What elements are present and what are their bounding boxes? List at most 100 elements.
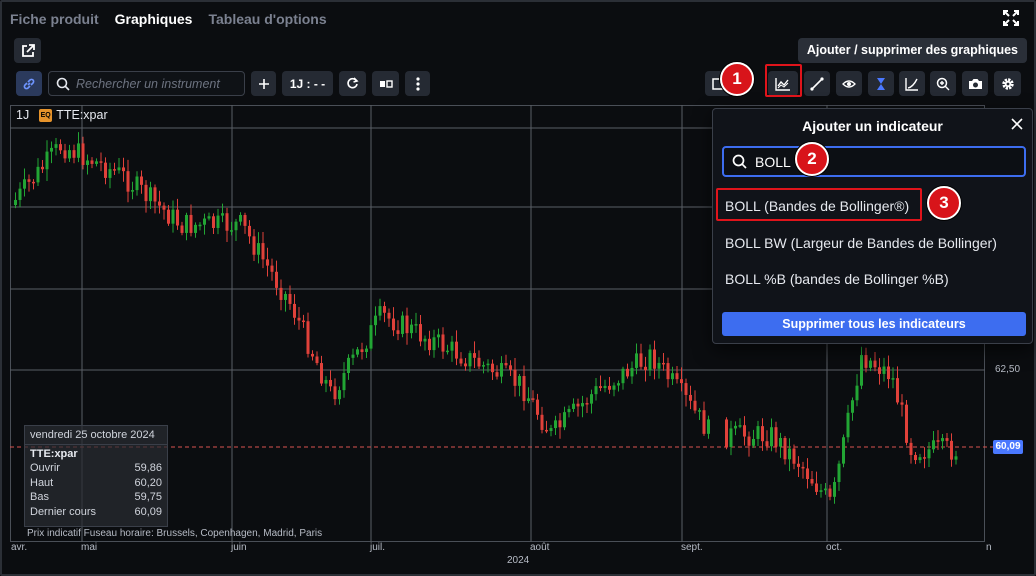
candle-body	[234, 221, 238, 231]
tab-tableau-options[interactable]: Tableau d'options	[208, 11, 326, 27]
add-instrument-button[interactable]	[251, 71, 276, 96]
candle-body	[441, 334, 445, 352]
chart-type-button[interactable]	[372, 71, 399, 96]
candle-body	[581, 403, 584, 407]
candle-body	[842, 437, 845, 464]
candle-body	[113, 169, 116, 171]
screenshot-button[interactable]	[962, 71, 988, 96]
candle-body	[869, 360, 872, 368]
candle-body	[608, 385, 611, 390]
candle-body	[851, 400, 854, 413]
candle-body	[122, 167, 125, 172]
candle-body	[707, 419, 710, 434]
candle-body	[180, 225, 184, 233]
candle-body	[36, 166, 40, 183]
tab-fiche-produit[interactable]: Fiche produit	[10, 11, 99, 27]
fullscreen-icon[interactable]	[1002, 9, 1020, 27]
candle-body	[567, 408, 571, 413]
candle-body	[860, 355, 863, 386]
candle-body	[819, 490, 823, 492]
indicator-result-boll-pctb[interactable]: BOLL %B (bandes de Bollinger %B)	[725, 271, 949, 287]
symbol-label[interactable]: EQ TTE:xpar	[39, 108, 108, 122]
candle-body	[531, 398, 535, 400]
candle-body	[905, 404, 908, 443]
candle-body	[527, 398, 530, 402]
candle-body	[522, 376, 526, 402]
step-badge-1: 1	[720, 62, 754, 96]
tab-graphiques[interactable]: Graphiques	[115, 11, 193, 27]
candle-body	[558, 420, 562, 428]
instrument-search-input[interactable]	[76, 76, 236, 91]
candle-body	[945, 438, 949, 441]
candle-body	[423, 338, 427, 342]
gear-icon	[1001, 77, 1014, 90]
close-icon[interactable]	[1009, 116, 1025, 132]
curve-chart-icon	[905, 77, 918, 91]
candle-body	[212, 216, 215, 228]
visibility-button[interactable]	[836, 71, 862, 96]
candle-body	[252, 236, 256, 255]
candle-body	[405, 315, 409, 334]
candle-body	[927, 449, 931, 459]
candle-body	[725, 419, 728, 447]
candle-body	[270, 265, 274, 272]
drawing-tool-button[interactable]	[804, 71, 830, 96]
candle-body	[414, 324, 418, 326]
search-icon	[732, 154, 747, 169]
step-badge-2: 2	[795, 142, 829, 176]
candle-body	[729, 428, 733, 447]
candle-body	[635, 353, 638, 368]
panel-title: Ajouter un indicateur	[802, 118, 943, 134]
candle-body	[891, 378, 895, 380]
vertical-dots-icon	[415, 76, 420, 91]
hourglass-icon	[877, 77, 885, 90]
zoom-button[interactable]	[930, 71, 956, 96]
candle-body	[131, 190, 134, 192]
month-label: juin	[231, 542, 247, 553]
candle-body	[896, 378, 899, 403]
crosshair-button[interactable]	[868, 71, 894, 96]
candle-body	[369, 325, 373, 349]
candle-body	[347, 357, 350, 374]
candle-body	[302, 320, 305, 323]
infobox-symbol: TTE:xpar	[30, 448, 78, 460]
candle-body	[419, 324, 422, 342]
add-remove-charts-button[interactable]: Ajouter / supprimer des graphiques	[797, 38, 1027, 63]
interval-select[interactable]: 1J : - -	[282, 71, 333, 96]
candle-body	[446, 350, 449, 353]
candle-body	[878, 367, 881, 374]
candle-body	[837, 463, 841, 483]
indicator-result-boll-bw[interactable]: BOLL BW (Largeur de Bandes de Bollinger)	[725, 235, 997, 251]
refresh-icon	[347, 77, 359, 89]
candle-body	[216, 215, 220, 228]
candle-body	[815, 483, 818, 492]
refresh-button[interactable]	[339, 71, 366, 96]
link-button[interactable]	[16, 71, 42, 96]
indicator-search-value[interactable]: BOLL	[755, 154, 791, 170]
candle-body	[585, 403, 589, 405]
candle-body	[801, 466, 805, 469]
candle-body	[887, 366, 890, 380]
candle-body	[176, 209, 179, 226]
candle-body	[545, 429, 548, 432]
candle-body	[207, 216, 211, 219]
more-options-button[interactable]	[405, 71, 430, 96]
candle-body	[909, 442, 913, 455]
delete-all-indicators-button[interactable]: Supprimer tous les indicateurs	[722, 312, 1026, 336]
candle-body	[221, 213, 224, 216]
indicator-result-boll[interactable]: BOLL (Bandes de Bollinger®)	[725, 198, 909, 214]
settings-button[interactable]	[994, 71, 1021, 96]
scale-button[interactable]	[899, 71, 925, 96]
candle-body	[554, 420, 557, 429]
infobox-row: Dernier cours 60,09	[25, 505, 167, 520]
indicators-button[interactable]	[768, 71, 798, 96]
candle-body	[243, 214, 247, 226]
instrument-search[interactable]	[48, 71, 245, 96]
popout-button[interactable]	[14, 38, 41, 63]
candle-body	[662, 362, 665, 365]
candle-body	[774, 427, 778, 447]
indicator-search-field[interactable]: BOLL	[722, 146, 1026, 177]
price-axis-label: 62,50	[995, 364, 1021, 375]
candle-body	[437, 334, 440, 338]
infobox-label: Haut	[30, 476, 54, 489]
